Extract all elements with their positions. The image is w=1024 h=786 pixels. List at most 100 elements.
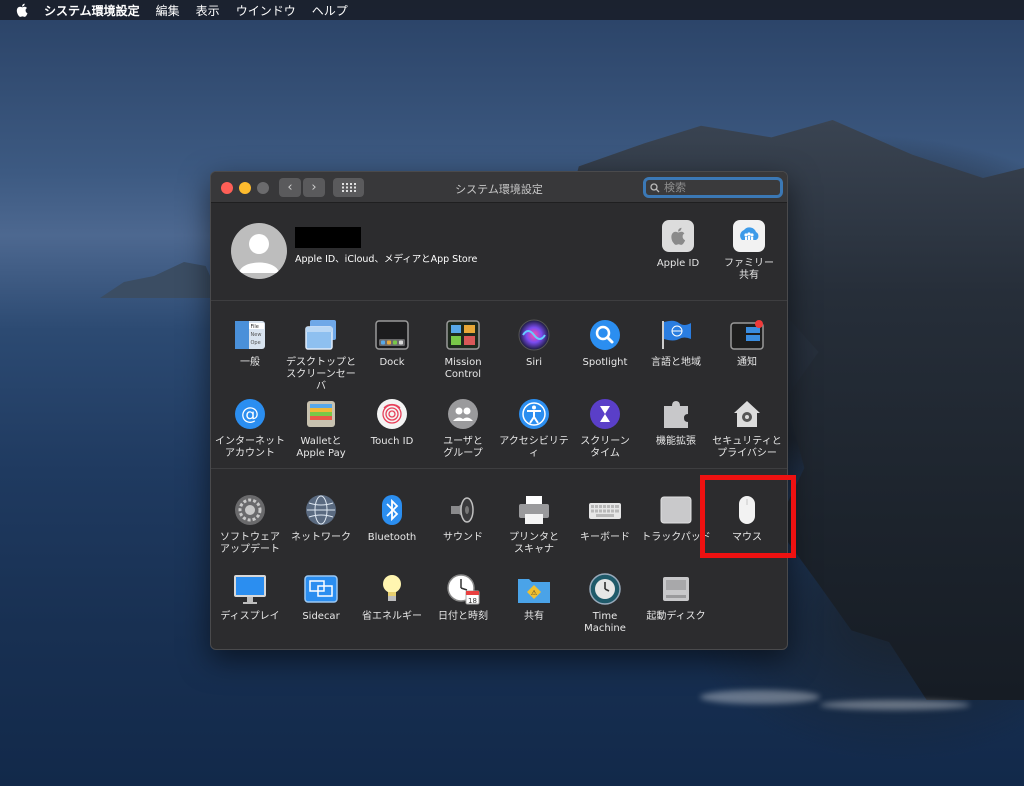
screen-time-icon: [588, 397, 622, 431]
spotlight-icon: [588, 318, 622, 352]
trackpad-icon: [659, 493, 693, 527]
pane-label: 省エネルギー: [362, 611, 422, 622]
accessibility-icon: [517, 397, 551, 431]
pane-network[interactable]: ネットワーク: [285, 493, 357, 544]
search-field[interactable]: [643, 177, 783, 198]
pane-label: Mission Control: [444, 357, 482, 380]
displays-icon: [233, 572, 267, 606]
pane-label: 日付と時刻: [438, 611, 488, 622]
pane-general[interactable]: File New Ope 一般: [214, 318, 286, 369]
pane-touch-id[interactable]: Touch ID: [356, 397, 428, 448]
extensions-icon: [659, 397, 693, 431]
menu-help[interactable]: ヘルプ: [312, 2, 348, 19]
pane-sound[interactable]: サウンド: [427, 493, 499, 544]
search-input[interactable]: [660, 181, 774, 194]
network-icon: [304, 493, 338, 527]
pane-keyboard[interactable]: キーボード: [569, 493, 641, 544]
pane-notifications[interactable]: 通知: [711, 318, 783, 369]
system-preferences-window: ‹ › システム環境設定 検索 Apple ID、iCloud、メディアとApp…: [210, 171, 788, 650]
user-silhouette-icon: [239, 234, 279, 273]
pane-label: 一般: [240, 357, 260, 368]
pane-security-privacy[interactable]: セキュリティと プライバシー: [711, 397, 783, 460]
desktop-screensaver-icon: [304, 318, 338, 352]
pane-language-region[interactable]: 言語と地域: [640, 318, 712, 369]
title-bar[interactable]: ‹ › システム環境設定: [211, 172, 787, 203]
svg-text:@: @: [241, 404, 259, 425]
pane-screen-time[interactable]: スクリーン タイム: [569, 397, 641, 460]
pane-bluetooth[interactable]: Bluetooth: [356, 493, 428, 544]
pane-dock[interactable]: Dock: [356, 318, 428, 369]
pane-label: アクセシビリティ: [499, 436, 569, 459]
svg-text:⚠: ⚠: [531, 589, 538, 597]
search-icon: [650, 182, 660, 192]
pane-label: 起動ディスク: [646, 611, 706, 622]
pane-mission-control[interactable]: Mission Control: [427, 318, 499, 381]
pane-internet-accounts[interactable]: @ インターネット アカウント: [214, 397, 286, 460]
highlight-box: [700, 475, 796, 558]
avatar[interactable]: [231, 223, 287, 279]
pane-software-update[interactable]: ソフトウェア アップデート: [214, 493, 286, 556]
pane-apple-id[interactable]: Apple ID: [647, 220, 709, 270]
sidecar-icon: [304, 572, 338, 606]
pane-label: ユーザと グループ: [443, 436, 483, 459]
pane-label: プリンタと スキャナ: [509, 532, 559, 555]
siri-icon: [517, 318, 551, 352]
pane-label: インターネット アカウント: [215, 436, 285, 459]
menu-edit[interactable]: 編集: [156, 2, 180, 19]
keyboard-icon: [588, 493, 622, 527]
apple-id-description[interactable]: Apple ID、iCloud、メディアとApp Store: [295, 251, 477, 265]
pane-label: Siri: [525, 357, 542, 368]
menu-view[interactable]: 表示: [196, 2, 220, 19]
pane-extensions[interactable]: 機能拡張: [640, 397, 712, 448]
pane-label: セキュリティと プライバシー: [712, 436, 782, 459]
pane-label: サウンド: [443, 532, 483, 543]
time-machine-icon: [588, 572, 622, 606]
pane-sidecar[interactable]: Sidecar: [285, 572, 357, 623]
pane-users-groups[interactable]: ユーザと グループ: [427, 397, 499, 460]
pane-label: 共有: [524, 611, 544, 622]
pane-label: ファミリー 共有: [724, 258, 774, 281]
pane-startup-disk[interactable]: 起動ディスク: [640, 572, 712, 623]
pane-label: Spotlight: [582, 357, 628, 368]
pane-printers-scanners[interactable]: プリンタと スキャナ: [498, 493, 570, 556]
users-groups-icon: [446, 397, 480, 431]
pane-energy-saver[interactable]: 省エネルギー: [356, 572, 428, 623]
software-update-icon: [233, 493, 267, 527]
notifications-icon: [730, 318, 764, 352]
pane-date-time[interactable]: 18 日付と時刻: [427, 572, 499, 623]
pane-displays[interactable]: ディスプレイ: [214, 572, 286, 623]
surf-foam: [700, 690, 820, 704]
apple-menu-icon[interactable]: [16, 3, 30, 17]
sound-icon: [446, 493, 480, 527]
account-section: Apple ID、iCloud、メディアとApp Store Apple ID …: [211, 203, 787, 301]
pane-sharing[interactable]: ⚠ 共有: [498, 572, 570, 623]
security-privacy-icon: [730, 397, 764, 431]
pane-desktop-screensaver[interactable]: デスクトップと スクリーンセーバ: [285, 318, 357, 393]
date-time-icon: 18: [446, 572, 480, 606]
pane-wallet[interactable]: Walletと Apple Pay: [285, 397, 357, 460]
printers-scanners-icon: [517, 493, 551, 527]
pane-accessibility[interactable]: アクセシビリティ: [498, 397, 570, 460]
pane-time-machine[interactable]: Time Machine: [569, 572, 641, 635]
menu-bar: システム環境設定 編集 表示 ウインドウ ヘルプ: [0, 0, 1024, 20]
svg-text:Ope: Ope: [251, 340, 261, 346]
pane-label: Time Machine: [584, 611, 626, 634]
language-region-icon: [659, 318, 693, 352]
dock-icon: [375, 318, 409, 352]
bluetooth-icon: [375, 493, 409, 527]
menu-window[interactable]: ウインドウ: [236, 2, 296, 19]
startup-disk-icon: [659, 572, 693, 606]
user-name-redacted: [295, 227, 361, 248]
pane-siri[interactable]: Siri: [498, 318, 570, 369]
mission-control-icon: [446, 318, 480, 352]
pane-label: Touch ID: [370, 436, 414, 447]
pane-spotlight[interactable]: Spotlight: [569, 318, 641, 369]
apple-id-icon: [662, 220, 694, 252]
pane-label: キーボード: [580, 532, 630, 543]
energy-saver-icon: [375, 572, 409, 606]
pane-family-sharing[interactable]: ファミリー 共有: [718, 220, 780, 282]
menu-app-name[interactable]: システム環境設定: [44, 2, 140, 19]
pane-label: ネットワーク: [291, 532, 351, 543]
personal-panes-section: File New Ope 一般 デスクトップと スクリーンセーバ Dock Miss…: [211, 302, 787, 469]
internet-accounts-icon: @: [233, 397, 267, 431]
